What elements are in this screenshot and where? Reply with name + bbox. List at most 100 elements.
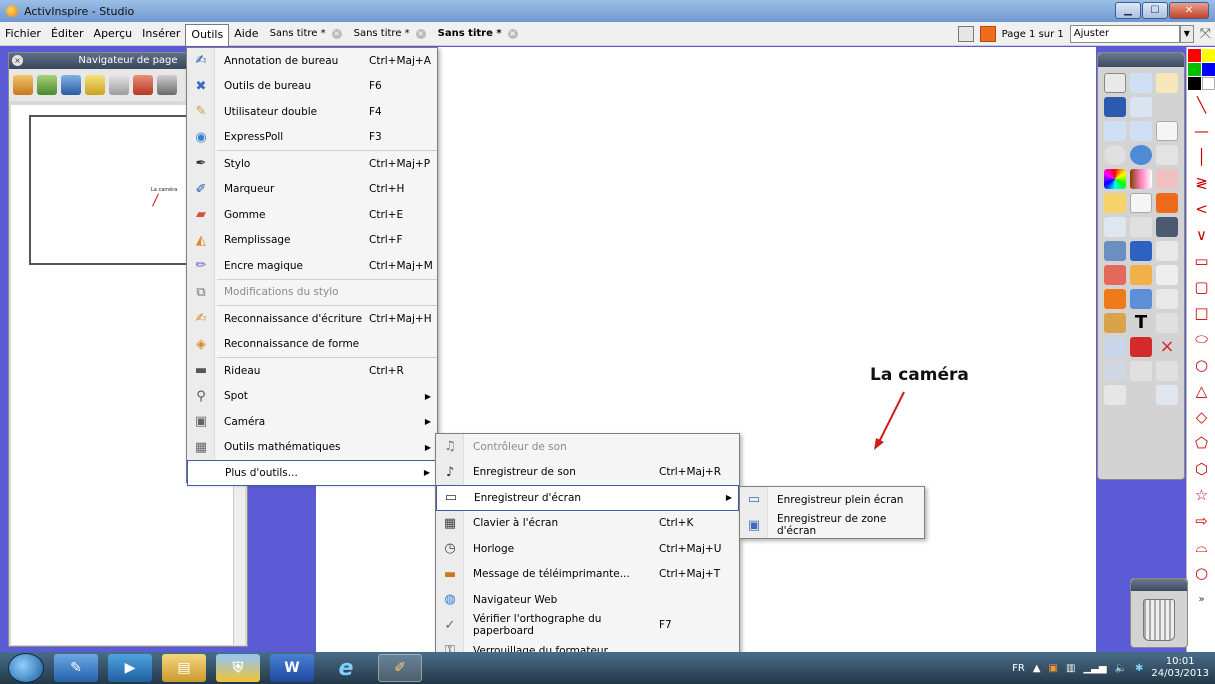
volume-icon[interactable]: 🔈	[1115, 663, 1127, 674]
menu-inserer[interactable]: Insérer	[137, 24, 185, 44]
undo-arrow-icon[interactable]	[1104, 361, 1126, 381]
taskbar-media-player-icon[interactable]: ▶	[108, 654, 152, 682]
notes-icon[interactable]	[1104, 385, 1126, 405]
previous-page-icon[interactable]	[1104, 121, 1126, 141]
menu-item-message-de-teleimprimante[interactable]: ▬ Message de téléimprimante... Ctrl+Maj+T	[436, 562, 739, 588]
undo-icon[interactable]	[1156, 145, 1178, 165]
close-button[interactable]: ✕	[1169, 2, 1209, 19]
menu-item-outils-mathematiques[interactable]: ▦ Outils mathématiques ▶	[187, 435, 437, 461]
hourglass-icon[interactable]	[1104, 337, 1126, 357]
menu-item-stylo[interactable]: ✒ Stylo Ctrl+Maj+P	[187, 151, 437, 177]
menu-outils[interactable]: Outils	[185, 23, 230, 46]
canvas-annotation-text[interactable]: La caméra	[870, 365, 969, 385]
color-palette-2[interactable]	[1130, 169, 1152, 189]
trash-bin-icon[interactable]	[1143, 599, 1175, 641]
star-shape-icon[interactable]: ☆	[1187, 482, 1215, 508]
color-palette[interactable]	[1104, 169, 1126, 189]
star-tool-icon-2[interactable]	[1156, 289, 1178, 309]
property-inspector-icon[interactable]	[109, 75, 129, 95]
color-swatch[interactable]	[1202, 77, 1215, 90]
grid-icon[interactable]	[1156, 361, 1178, 381]
rounded-rect-shape-icon[interactable]: ▢	[1187, 274, 1215, 300]
desktop-annotation-icon[interactable]	[1104, 97, 1126, 117]
menu-item-clavier-a-l-ecran[interactable]: ▦ Clavier à l'écran Ctrl+K	[436, 511, 739, 537]
signal-icon[interactable]: ▁▃▅	[1083, 663, 1106, 674]
main-menu-icon[interactable]	[1104, 73, 1126, 93]
square-shape-icon[interactable]: □	[1187, 300, 1215, 326]
menu-item-camera[interactable]: ▣ Caméra ▶	[187, 409, 437, 435]
taskbar-ie-icon[interactable]: e	[324, 654, 368, 682]
menu-apercu[interactable]: Aperçu	[89, 24, 138, 44]
close-tab-icon[interactable]: ×	[507, 28, 518, 39]
select-icon[interactable]	[1104, 217, 1126, 237]
zigzag-shape-icon[interactable]: ≷	[1187, 170, 1215, 196]
taskbar-explorer-icon[interactable]: ▤	[162, 654, 206, 682]
width-slider[interactable]	[1130, 193, 1152, 213]
menu-item-reconnaissance-d-ecriture[interactable]: ✍ Reconnaissance d'écriture Ctrl+Maj+H	[187, 306, 437, 332]
taskbar-word-icon[interactable]: W	[270, 654, 314, 682]
doc-tab-2[interactable]: Sans titre * ×	[348, 24, 432, 44]
taskbar-paint-icon[interactable]: ✎	[54, 654, 98, 682]
color-swatch[interactable]	[1188, 49, 1201, 62]
hexagon-shape-icon[interactable]: ⬡	[1187, 456, 1215, 482]
star-tool-icon[interactable]	[1156, 241, 1178, 261]
minimize-button[interactable]: ▁	[1115, 2, 1141, 19]
tray-expand-icon[interactable]: ▲	[1033, 663, 1041, 674]
menu-item-annotation-de-bureau[interactable]: ✍ Annotation de bureau Ctrl+Maj+A	[187, 48, 437, 74]
chevron-down-icon[interactable]: ▼	[1179, 25, 1194, 43]
taskbar-security-icon[interactable]: ⛨	[216, 654, 260, 682]
menu-item-reconnaissance-de-forme[interactable]: ◈ Reconnaissance de forme	[187, 332, 437, 358]
resize-icon[interactable]	[1156, 313, 1178, 333]
color-swatch[interactable]	[1188, 77, 1201, 90]
refresh-icon[interactable]	[1130, 337, 1152, 357]
copy-icon[interactable]	[1156, 265, 1178, 285]
next-page-icon[interactable]	[1130, 121, 1152, 141]
rectangle-shape-icon[interactable]: ▭	[1187, 248, 1215, 274]
hline-shape-icon[interactable]: —	[1187, 118, 1215, 144]
circle-outline-shape-icon[interactable]: ○	[1187, 560, 1215, 586]
menu-item-enregistreur-plein-ecran[interactable]: ▭ Enregistreur plein écran	[740, 487, 924, 513]
camera-tool-icon[interactable]	[1104, 313, 1126, 333]
menu-item-gomme[interactable]: ▰ Gomme Ctrl+E	[187, 202, 437, 228]
object-browser-icon[interactable]	[61, 75, 81, 95]
doc-tab-3-active[interactable]: Sans titre * ×	[432, 24, 524, 44]
more-shapes-icon[interactable]: »	[1187, 586, 1215, 612]
arrow-shape-icon[interactable]: ⇨	[1187, 508, 1215, 534]
save-icon[interactable]	[1156, 217, 1178, 237]
v-shape-icon[interactable]: ∨	[1187, 222, 1215, 248]
menu-item-spot[interactable]: ⚲ Spot ▶	[187, 384, 437, 410]
language-indicator[interactable]: FR	[1012, 663, 1025, 674]
menu-fichier[interactable]: Fichier	[0, 24, 46, 44]
menu-item-remplissage[interactable]: ◭ Remplissage Ctrl+F	[187, 228, 437, 254]
menu-item-encre-magique[interactable]: ✏ Encre magique Ctrl+Maj+M	[187, 253, 437, 279]
pen-icon[interactable]	[1104, 241, 1126, 261]
trash-header[interactable]	[1131, 579, 1187, 591]
clear-icon[interactable]	[1156, 169, 1178, 189]
menu-item-verifier-l-orthographe-du-paperboard[interactable]: ✓ Vérifier l'orthographe du paperboard F7	[436, 613, 739, 639]
color-swatch[interactable]	[1202, 63, 1215, 76]
menu-item-marqueur[interactable]: ✐ Marqueur Ctrl+H	[187, 177, 437, 203]
color-swatch[interactable]	[1188, 63, 1201, 76]
close-tab-icon[interactable]: ×	[415, 28, 426, 39]
start-button[interactable]	[8, 653, 44, 683]
resize-grip-icon[interactable]: ⤧	[1200, 26, 1211, 42]
triangle-shape-icon[interactable]: △	[1187, 378, 1215, 404]
flipchart-icon[interactable]	[979, 26, 996, 42]
shape-icon[interactable]	[1104, 289, 1126, 309]
resource-library-icon[interactable]	[37, 75, 57, 95]
toolbox-header[interactable]	[1098, 53, 1184, 67]
voting-browser-icon[interactable]	[157, 75, 177, 95]
angle-shape-icon[interactable]: <	[1187, 196, 1215, 222]
network-icon[interactable]: ▥	[1066, 663, 1075, 674]
maximize-button[interactable]: ☐	[1142, 2, 1168, 19]
bluetooth-icon[interactable]: ✱	[1135, 663, 1143, 674]
fill-icon[interactable]	[1130, 265, 1152, 285]
tools-icon[interactable]	[1130, 217, 1152, 237]
close-panel-icon[interactable]: ×	[12, 55, 23, 66]
taskbar-activinspire-icon[interactable]: ✐	[378, 654, 422, 682]
vline-shape-icon[interactable]: │	[1187, 144, 1215, 170]
play-icon[interactable]	[1104, 145, 1126, 165]
menu-item-navigateur-web[interactable]: ◍ Navigateur Web	[436, 587, 739, 613]
menu-editer[interactable]: Éditer	[46, 24, 89, 44]
desktop-tools-icon[interactable]	[1130, 97, 1152, 117]
